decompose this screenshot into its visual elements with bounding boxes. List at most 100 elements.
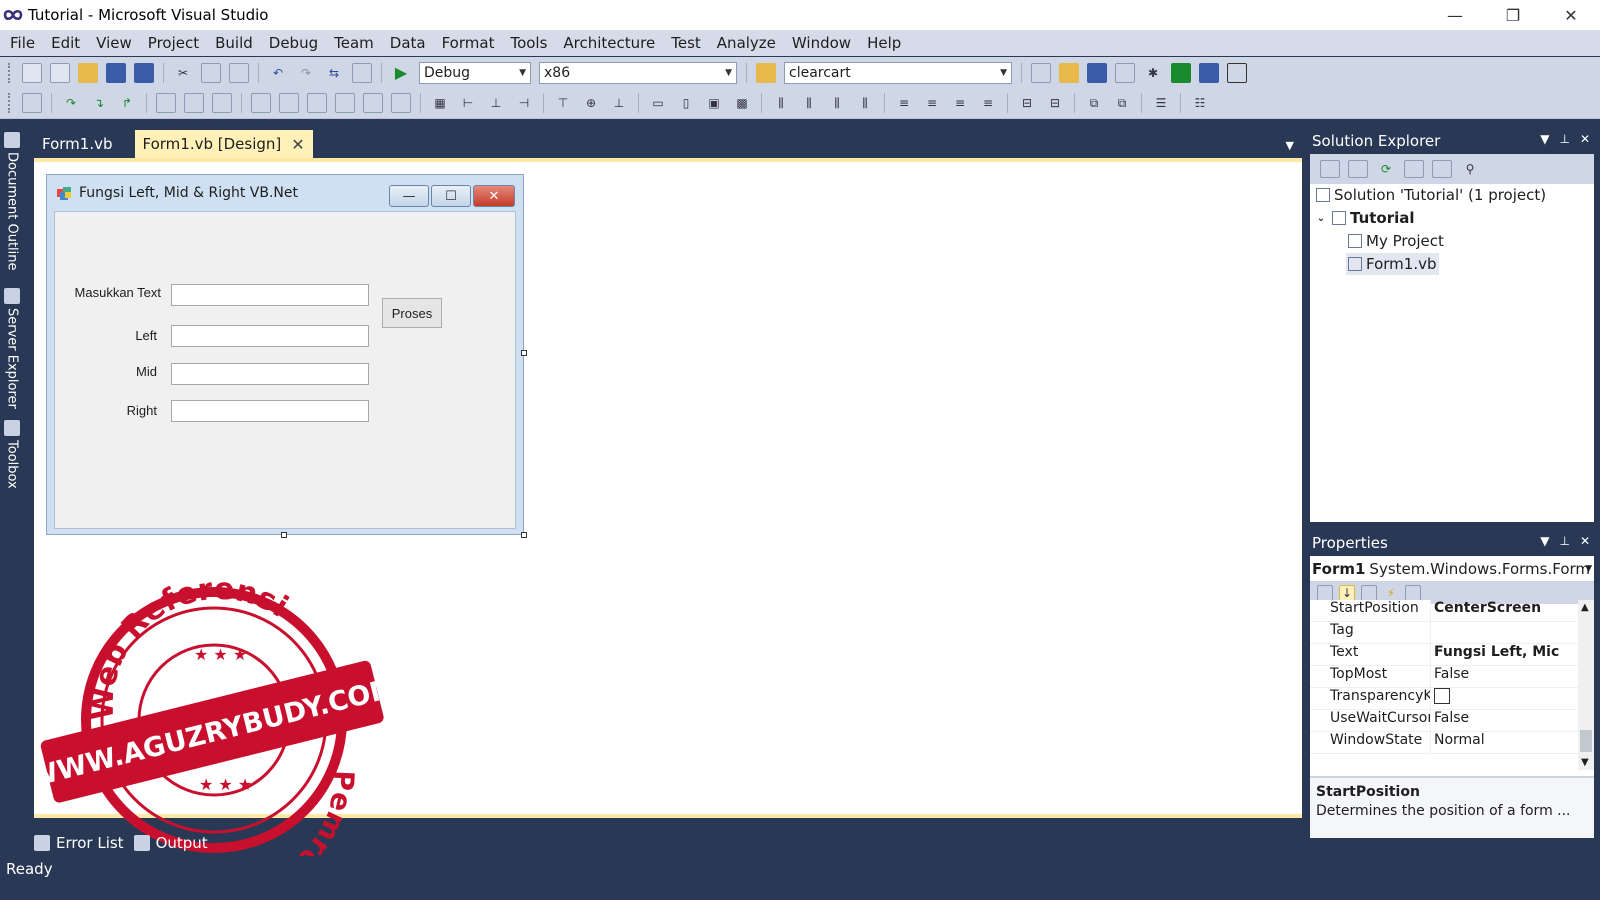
pin-icon[interactable]: ⊥ (1559, 534, 1569, 548)
vertical-spacing-equal-icon[interactable]: ≡ (894, 93, 914, 113)
menu-analyze[interactable]: Analyze (709, 30, 784, 56)
property-value[interactable] (1430, 688, 1580, 709)
platform-dropdown[interactable]: x86 ▼ (539, 61, 737, 84)
collapse-chevron-icon[interactable]: ⌄ (1314, 211, 1328, 225)
solution-explorer-icon[interactable] (1031, 62, 1051, 83)
view-designer-icon[interactable] (279, 93, 299, 113)
find-in-files-icon[interactable] (756, 62, 776, 83)
make-same-width-icon[interactable]: ▭ (648, 93, 668, 113)
step-into-icon[interactable]: ↴ (89, 93, 109, 113)
step-over-icon[interactable]: ↷ (61, 93, 81, 113)
start-page-icon[interactable] (1171, 62, 1191, 83)
property-row[interactable]: Tag (1310, 622, 1580, 644)
form-designer-window[interactable]: Fungsi Left, Mid & Right VB.Net — ☐ ✕ Ma… (46, 174, 524, 535)
form-close-button[interactable]: ✕ (473, 185, 515, 207)
add-item-icon[interactable] (50, 62, 70, 83)
horizontal-spacing-equal-icon[interactable]: ⫼ (771, 93, 791, 113)
scroll-thumb[interactable] (1580, 730, 1592, 752)
close-panel-icon[interactable]: ✕ (1580, 132, 1590, 146)
vertical-spacing-remove-icon[interactable]: ≡ (978, 93, 998, 113)
menu-data[interactable]: Data (382, 30, 434, 56)
menu-test[interactable]: Test (663, 30, 709, 56)
toolbar-grip[interactable] (8, 62, 12, 83)
close-tab-icon[interactable]: ✕ (291, 135, 304, 154)
menu-help[interactable]: Help (859, 30, 909, 56)
bring-to-front-icon[interactable]: ⧉ (1084, 93, 1104, 113)
view-code-icon[interactable] (251, 93, 271, 113)
property-row[interactable]: UseWaitCursor False (1310, 710, 1580, 732)
form-maximize-button[interactable]: ☐ (431, 185, 471, 207)
property-grid-scrollbar[interactable]: ▲ ▼ (1578, 600, 1594, 770)
save-icon[interactable] (106, 62, 126, 83)
server-explorer-tab[interactable]: Server Explorer (2, 288, 22, 414)
tab-form1-code[interactable]: Form1.vb (34, 130, 121, 158)
align-bottoms-icon[interactable]: ⊥ (609, 93, 629, 113)
property-value[interactable]: False (1430, 710, 1580, 731)
bookmark-next-icon[interactable] (212, 93, 232, 113)
toolbar-grip[interactable] (8, 93, 12, 113)
scroll-down-icon[interactable]: ▼ (1581, 757, 1589, 768)
align-middles-icon[interactable]: ⊕ (581, 93, 601, 113)
vertical-spacing-increase-icon[interactable]: ≡ (922, 93, 942, 113)
panel-dropdown-icon[interactable]: ▼ (1540, 534, 1549, 548)
class-view-icon[interactable] (307, 93, 327, 113)
vertical-spacing-decrease-icon[interactable]: ≡ (950, 93, 970, 113)
breakpoint-icon[interactable] (156, 93, 176, 113)
property-pages-icon[interactable] (1405, 585, 1421, 601)
new-project-icon[interactable] (22, 62, 42, 83)
horizontal-spacing-decrease-icon[interactable]: ⫼ (827, 93, 847, 113)
properties-window-icon[interactable] (1059, 62, 1079, 83)
align-tops-icon[interactable]: ⊤ (553, 93, 573, 113)
view-code-icon[interactable] (1404, 160, 1424, 178)
bookmark-icon[interactable] (184, 93, 204, 113)
resize-handle-corner[interactable] (521, 532, 527, 538)
menu-tools[interactable]: Tools (502, 30, 555, 56)
start-debugging-icon[interactable]: ▶ (391, 63, 411, 83)
menu-format[interactable]: Format (434, 30, 503, 56)
align-to-grid-icon[interactable]: ▦ (430, 93, 450, 113)
property-row[interactable]: Text Fungsi Left, Mic (1310, 644, 1580, 666)
property-row[interactable]: TopMost False (1310, 666, 1580, 688)
color-swatch[interactable] (1434, 688, 1450, 704)
lock-controls-icon[interactable]: ☷ (1190, 93, 1210, 113)
navigate-icon[interactable]: ⇆ (324, 63, 344, 83)
refresh-icon[interactable]: ⟳ (1376, 160, 1396, 178)
tab-order-view-icon[interactable]: ☰ (1151, 93, 1171, 113)
menu-build[interactable]: Build (207, 30, 261, 56)
center-horizontally-icon[interactable]: ⊟ (1017, 93, 1037, 113)
resize-handle-bottom[interactable] (281, 532, 287, 538)
mid-text-input[interactable] (171, 363, 369, 385)
tab-overflow-icon[interactable]: ▼ (1286, 139, 1294, 152)
minimize-button[interactable]: — (1426, 0, 1484, 30)
property-row[interactable]: StartPosition CenterScreen (1310, 600, 1580, 622)
command-window-icon[interactable] (1227, 62, 1247, 83)
align-rights-icon[interactable]: ⊣ (514, 93, 534, 113)
property-row[interactable]: TransparencyKey (1310, 688, 1580, 710)
copy-icon[interactable] (201, 62, 221, 83)
menu-team[interactable]: Team (326, 30, 382, 56)
undo-icon[interactable]: ↶ (268, 63, 288, 83)
tree-node-project[interactable]: ⌄ Tutorial (1314, 209, 1415, 227)
panel-dropdown-icon[interactable]: ▼ (1540, 132, 1549, 146)
menu-debug[interactable]: Debug (261, 30, 326, 56)
view-designer-icon[interactable] (1432, 160, 1452, 178)
redo-icon[interactable]: ↷ (296, 63, 316, 83)
horizontal-spacing-remove-icon[interactable]: ⫼ (855, 93, 875, 113)
data-source-icon[interactable] (391, 93, 411, 113)
output-tab[interactable]: Output (133, 834, 208, 852)
paste-icon[interactable] (229, 62, 249, 83)
object-selector[interactable]: Form1 System.Windows.Forms.Form ▼ (1310, 556, 1594, 582)
object-browser-icon[interactable] (1087, 62, 1107, 83)
menu-file[interactable]: File (2, 30, 43, 56)
property-value[interactable]: Fungsi Left, Mic (1430, 644, 1580, 665)
scroll-up-icon[interactable]: ▲ (1581, 602, 1589, 613)
tree-node-my-project[interactable]: My Project (1348, 232, 1444, 250)
designer-surface[interactable]: Fungsi Left, Mid & Right VB.Net — ☐ ✕ Ma… (34, 158, 1302, 860)
center-vertically-icon[interactable]: ⊟ (1045, 93, 1065, 113)
alphabetical-icon[interactable]: ↓ (1339, 585, 1355, 601)
tree-node-form1[interactable]: Form1.vb (1346, 253, 1439, 275)
right-text-input[interactable] (171, 400, 369, 422)
cut-icon[interactable]: ✂ (173, 63, 193, 83)
property-row[interactable]: WindowState Normal (1310, 732, 1580, 754)
form-minimize-button[interactable]: — (389, 185, 429, 207)
